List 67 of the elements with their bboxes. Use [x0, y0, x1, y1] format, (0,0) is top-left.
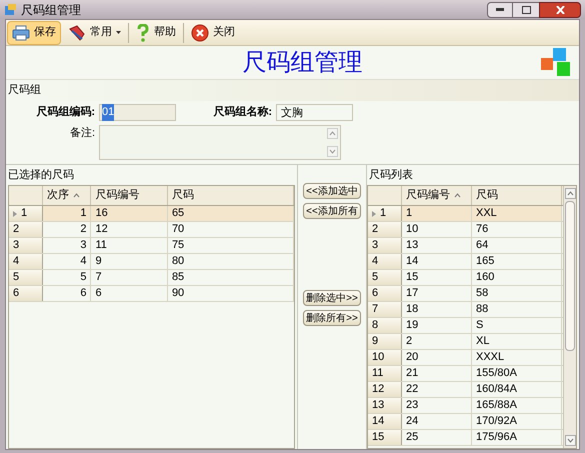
section-title: 尺码组 — [6, 80, 579, 100]
row-header[interactable]: 4 — [368, 254, 402, 269]
row-header[interactable]: 13 — [368, 398, 402, 413]
section-title: 已选择的尺码 — [7, 168, 75, 182]
column-header[interactable]: 尺码编号 — [402, 186, 472, 205]
scroll-up-icon — [327, 128, 338, 138]
table-cell: 16 — [91, 206, 168, 221]
column-header[interactable]: 尺码 — [472, 186, 562, 205]
scrollbar[interactable] — [563, 186, 576, 448]
maximize-button[interactable] — [513, 2, 539, 18]
minimize-button[interactable] — [487, 2, 513, 18]
row-header[interactable]: 4 — [9, 254, 43, 269]
field-label: 尺码组名称: — [212, 104, 273, 120]
row-header[interactable]: 7 — [368, 302, 402, 317]
current-row-icon — [13, 210, 17, 216]
table-cell: 1 — [42, 206, 92, 221]
row-header[interactable]: 1 — [9, 206, 43, 221]
row-header[interactable]: 12 — [368, 382, 402, 397]
column-header[interactable]: 尺码编号 — [91, 186, 168, 205]
row-header[interactable]: 3 — [368, 238, 402, 253]
page-heading: 尺码组管理 — [242, 48, 362, 78]
name-field[interactable]: 文胸 — [276, 104, 353, 121]
toolbar-button[interactable]: 常用 — [63, 20, 126, 44]
action-button[interactable]: 删除所有>> — [303, 310, 361, 326]
row-header[interactable]: 8 — [368, 318, 402, 333]
row-header[interactable]: 3 — [9, 238, 43, 253]
row-header[interactable]: 9 — [368, 334, 402, 349]
note-field[interactable] — [99, 124, 341, 160]
app-icon — [4, 3, 17, 16]
column-header[interactable]: 次序 — [42, 186, 92, 205]
maximize-icon — [522, 6, 530, 14]
table-cell: 1 — [402, 206, 472, 221]
code-field[interactable]: 01 — [99, 104, 176, 121]
toolbar-button[interactable]: 帮助 — [131, 20, 181, 44]
close-icon — [556, 6, 564, 14]
row-header[interactable]: 2 — [368, 222, 402, 237]
row-header[interactable]: 6 — [368, 286, 402, 301]
printer-icon — [12, 24, 30, 40]
column-header[interactable]: 尺码 — [168, 186, 294, 205]
section-title: 尺码列表 — [368, 168, 414, 182]
row-header[interactable]: 15 — [368, 430, 402, 445]
row-header[interactable]: 2 — [9, 222, 43, 237]
toolbar-button[interactable]: 关闭 — [186, 20, 240, 44]
row-header[interactable]: 6 — [9, 286, 43, 301]
help-icon — [136, 24, 150, 42]
minimize-icon — [496, 8, 504, 11]
table-cell: XXL — [472, 206, 562, 221]
row-header[interactable]: 5 — [368, 270, 402, 285]
ruler-icon — [68, 24, 86, 40]
field-label: 备注: — [68, 126, 96, 140]
action-button[interactable]: <<添加所有 — [303, 202, 361, 218]
action-button[interactable]: <<添加选中 — [303, 182, 361, 198]
action-button[interactable]: 删除选中>> — [303, 290, 361, 306]
row-header[interactable]: 5 — [9, 270, 43, 285]
scroll-down-icon — [327, 146, 338, 156]
current-row-icon — [372, 210, 376, 216]
row-header[interactable]: 11 — [368, 366, 402, 381]
field-label: 尺码组编码: — [35, 104, 96, 120]
toolbar-button[interactable]: 保存 — [7, 20, 61, 44]
row-header[interactable]: 10 — [368, 350, 402, 365]
scroll-thumb[interactable] — [565, 201, 575, 351]
row-header[interactable]: 14 — [368, 414, 402, 429]
table-cell: 65 — [168, 206, 294, 221]
row-header[interactable]: 1 — [368, 206, 402, 221]
window-title: 尺码组管理 — [21, 2, 81, 18]
close-button[interactable] — [539, 2, 581, 18]
close-icon — [191, 24, 209, 42]
